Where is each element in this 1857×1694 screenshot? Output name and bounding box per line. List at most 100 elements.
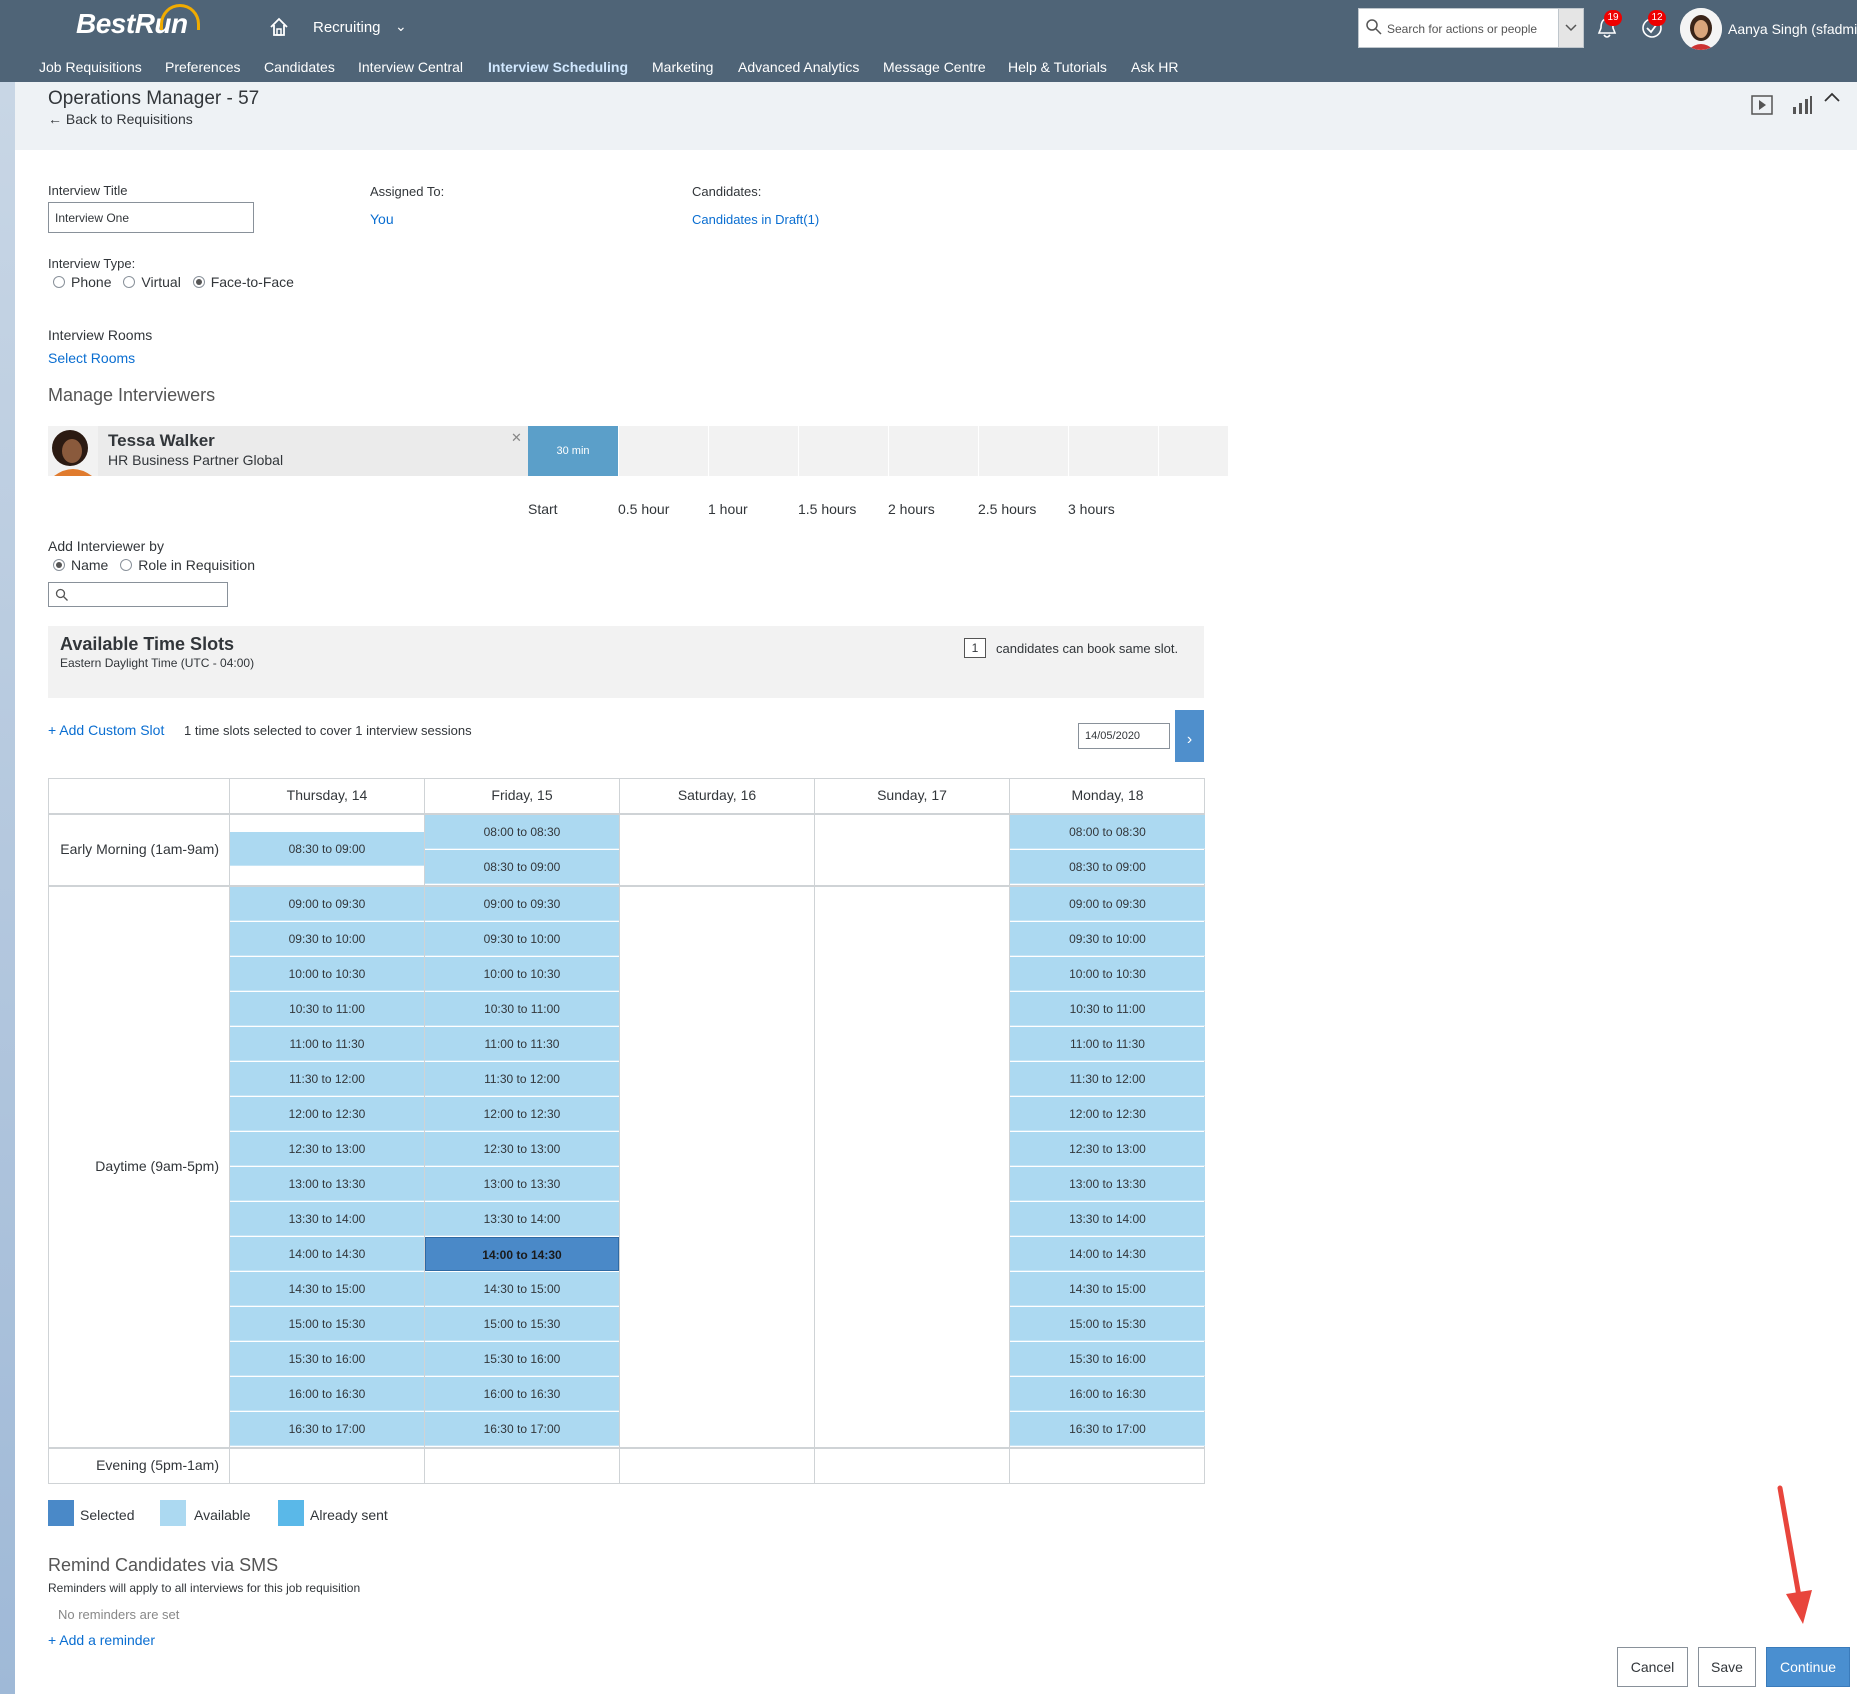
time-slot[interactable]: 14:00 to 14:30 (1010, 1237, 1205, 1271)
analytics-bars-icon[interactable] (1790, 94, 1814, 116)
time-slot[interactable]: 13:00 to 13:30 (1010, 1167, 1205, 1201)
timeline-segment[interactable] (978, 426, 1068, 476)
user-avatar[interactable] (1680, 8, 1722, 50)
radio-face-to-face[interactable]: Face-to-Face (192, 274, 302, 290)
time-slot[interactable]: 08:00 to 08:30 (425, 815, 619, 849)
nav-interview-scheduling[interactable]: Interview Scheduling (488, 59, 628, 75)
time-slot[interactable]: 08:30 to 09:00 (425, 850, 619, 884)
nav-advanced-analytics[interactable]: Advanced Analytics (738, 59, 859, 75)
radio-phone[interactable]: Phone (53, 274, 119, 290)
time-slot[interactable]: 14:30 to 15:00 (1010, 1272, 1205, 1306)
time-slot[interactable]: 12:00 to 12:30 (1010, 1097, 1205, 1131)
time-slot[interactable]: 16:00 to 16:30 (1010, 1377, 1205, 1411)
add-custom-slot-link[interactable]: + Add Custom Slot (48, 722, 164, 738)
time-slot[interactable]: 09:00 to 09:30 (425, 887, 619, 921)
add-reminder-link[interactable]: + Add a reminder (48, 1632, 155, 1648)
radio-virtual[interactable]: Virtual (123, 274, 188, 290)
time-slot[interactable]: 13:00 to 13:30 (230, 1167, 424, 1201)
home-icon[interactable] (268, 16, 290, 38)
timeline-segment[interactable] (1068, 426, 1158, 476)
remove-interviewer-close-icon[interactable]: ✕ (511, 430, 522, 446)
time-slot[interactable]: 15:30 to 16:00 (425, 1342, 619, 1376)
time-slot[interactable]: 16:30 to 17:00 (425, 1412, 619, 1446)
nav-message-centre[interactable]: Message Centre (883, 59, 986, 75)
time-slot[interactable]: 11:00 to 11:30 (1010, 1027, 1205, 1061)
continue-button[interactable]: Continue (1766, 1647, 1850, 1687)
time-slot[interactable]: 10:00 to 10:30 (1010, 957, 1205, 991)
time-slot[interactable]: 13:30 to 14:00 (230, 1202, 424, 1236)
time-slot[interactable]: 09:30 to 10:00 (230, 922, 424, 956)
time-slot[interactable]: 10:30 to 11:00 (425, 992, 619, 1026)
next-week-button[interactable]: › (1175, 710, 1204, 762)
search-dropdown-button[interactable] (1558, 8, 1584, 48)
time-slot[interactable]: 13:30 to 14:00 (425, 1202, 619, 1236)
interview-duration-block[interactable]: 30 min (528, 426, 618, 476)
time-slot[interactable]: 16:00 to 16:30 (230, 1377, 424, 1411)
nav-interview-central[interactable]: Interview Central (358, 59, 463, 75)
nav-preferences[interactable]: Preferences (165, 59, 240, 75)
timeline-segment[interactable] (1158, 426, 1248, 476)
back-link[interactable]: ← Back to Requisitions (48, 111, 193, 127)
time-slot[interactable]: 15:00 to 15:30 (1010, 1307, 1205, 1341)
time-slot[interactable]: 09:30 to 10:00 (425, 922, 619, 956)
time-slot-selected[interactable]: 14:00 to 14:30 (425, 1237, 619, 1271)
time-slot[interactable]: 08:00 to 08:30 (1010, 815, 1205, 849)
time-slot[interactable]: 16:30 to 17:00 (1010, 1412, 1205, 1446)
nav-marketing[interactable]: Marketing (652, 59, 713, 75)
time-slot[interactable]: 13:30 to 14:00 (1010, 1202, 1205, 1236)
same-slot-count-input[interactable]: 1 (964, 638, 986, 658)
nav-ask-hr[interactable]: Ask HR (1131, 59, 1178, 75)
cancel-button[interactable]: Cancel (1617, 1647, 1688, 1687)
select-rooms-link[interactable]: Select Rooms (48, 350, 135, 366)
time-slot[interactable]: 08:30 to 09:00 (230, 832, 424, 866)
time-slot[interactable]: 11:30 to 12:00 (230, 1062, 424, 1096)
time-slot[interactable]: 13:00 to 13:30 (425, 1167, 619, 1201)
time-slot[interactable]: 11:30 to 12:00 (1010, 1062, 1205, 1096)
time-slot[interactable]: 15:00 to 15:30 (230, 1307, 424, 1341)
interview-title-input[interactable]: Interview One (48, 202, 254, 233)
module-switcher[interactable]: Recruiting (313, 19, 381, 36)
time-slot[interactable]: 08:30 to 09:00 (1010, 850, 1205, 884)
time-slot[interactable]: 10:30 to 11:00 (230, 992, 424, 1026)
timeline-segment[interactable] (618, 426, 708, 476)
time-slot[interactable]: 11:00 to 11:30 (425, 1027, 619, 1061)
candidates-in-draft-link[interactable]: Candidates in Draft(1) (692, 212, 819, 227)
time-slot[interactable]: 11:30 to 12:00 (425, 1062, 619, 1096)
time-slot[interactable]: 16:00 to 16:30 (425, 1377, 619, 1411)
timeline-segment[interactable] (888, 426, 978, 476)
radio-by-name[interactable]: Name (53, 557, 116, 573)
collapse-chevron-up-icon[interactable] (1822, 90, 1842, 104)
time-slot[interactable]: 15:00 to 15:30 (425, 1307, 619, 1341)
nav-candidates[interactable]: Candidates (264, 59, 335, 75)
time-slot[interactable]: 12:30 to 13:00 (425, 1132, 619, 1166)
time-slot[interactable]: 09:00 to 09:30 (230, 887, 424, 921)
time-slot[interactable]: 15:30 to 16:00 (230, 1342, 424, 1376)
play-icon[interactable] (1750, 94, 1774, 116)
timeline-segment[interactable] (708, 426, 798, 476)
radio-by-role[interactable]: Role in Requisition (120, 557, 263, 573)
time-slot[interactable]: 14:30 to 15:00 (230, 1272, 424, 1306)
time-slot[interactable]: 16:30 to 17:00 (230, 1412, 424, 1446)
interviewer-search-input[interactable] (48, 582, 228, 607)
time-slot[interactable]: 10:30 to 11:00 (1010, 992, 1205, 1026)
timeline-segment[interactable] (798, 426, 888, 476)
time-slot[interactable]: 12:30 to 13:00 (1010, 1132, 1205, 1166)
time-slot[interactable]: 15:30 to 16:00 (1010, 1342, 1205, 1376)
time-slot[interactable]: 12:00 to 12:30 (230, 1097, 424, 1131)
user-name[interactable]: Aanya Singh (sfadmi (1728, 21, 1857, 37)
save-button[interactable]: Save (1698, 1647, 1756, 1687)
chevron-down-icon[interactable]: ⌄ (395, 18, 407, 35)
time-slot[interactable]: 12:00 to 12:30 (425, 1097, 619, 1131)
assigned-to-link[interactable]: You (370, 211, 394, 227)
time-slot[interactable]: 09:00 to 09:30 (1010, 887, 1205, 921)
search-input[interactable]: Search for actions or people (1358, 8, 1583, 48)
time-slot[interactable]: 10:00 to 10:30 (230, 957, 424, 991)
time-slot[interactable]: 12:30 to 13:00 (230, 1132, 424, 1166)
time-slot[interactable]: 14:30 to 15:00 (425, 1272, 619, 1306)
time-slot[interactable]: 10:00 to 10:30 (425, 957, 619, 991)
nav-job-requisitions[interactable]: Job Requisitions (39, 59, 142, 75)
time-slot[interactable]: 09:30 to 10:00 (1010, 922, 1205, 956)
time-slot[interactable]: 11:00 to 11:30 (230, 1027, 424, 1061)
time-slot[interactable]: 14:00 to 14:30 (230, 1237, 424, 1271)
nav-help-tutorials[interactable]: Help & Tutorials (1008, 59, 1107, 75)
